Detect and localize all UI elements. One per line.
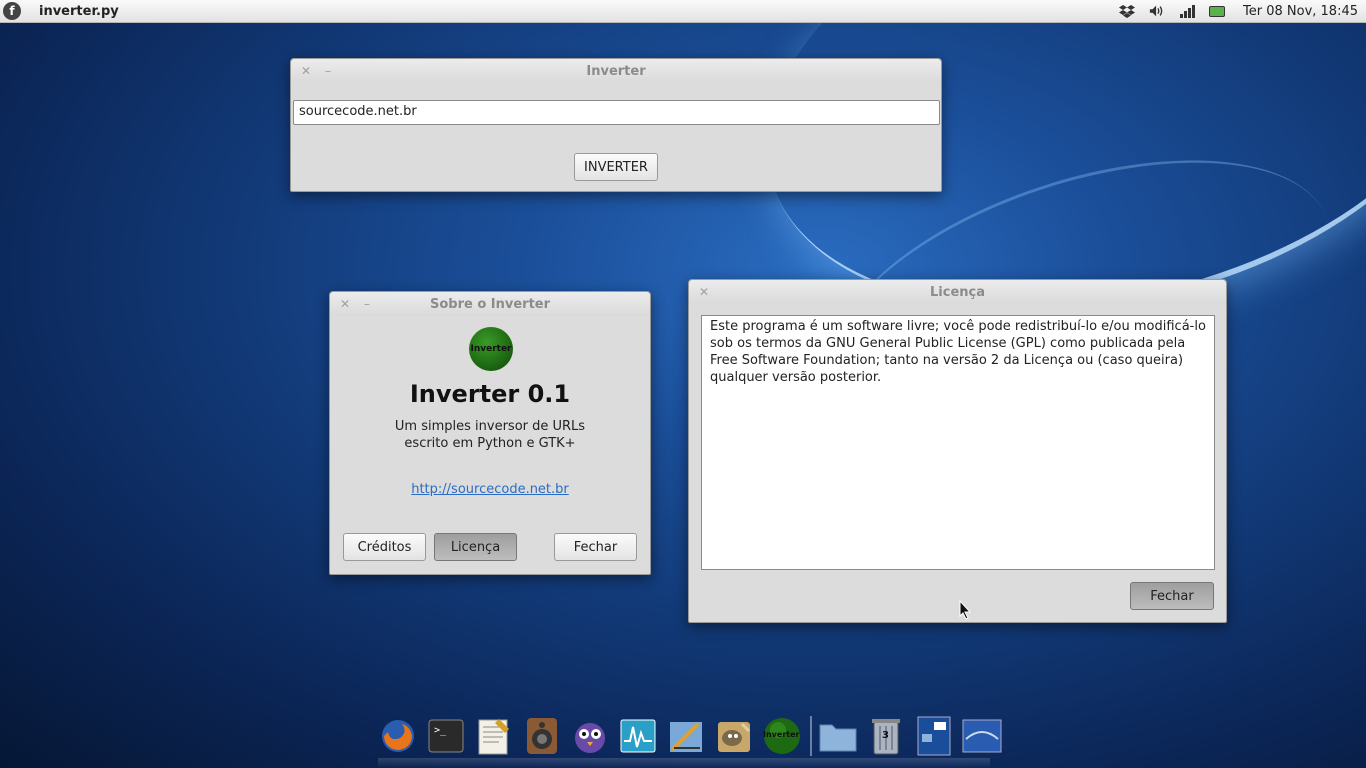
workspaces-icon[interactable] [914, 716, 954, 756]
inverter-window: ✕ – Inverter sourcecode.net.br INVERTER [290, 58, 942, 192]
minimize-icon[interactable]: – [360, 297, 374, 311]
system-tray: Ter 08 Nov, 18:45 [1119, 4, 1358, 19]
program-description: Um simples inversor de URLs escrito em P… [330, 418, 650, 452]
invert-button[interactable]: INVERTER [574, 153, 658, 181]
description-line: Um simples inversor de URLs [394, 419, 586, 434]
minimize-icon[interactable]: – [321, 64, 335, 78]
website-link[interactable]: http://sourcecode.net.br [330, 482, 650, 497]
dialog-title: Licença [930, 284, 985, 300]
credits-button[interactable]: Créditos [343, 533, 426, 561]
gimp-icon[interactable] [714, 716, 754, 756]
dropbox-icon[interactable] [1119, 4, 1136, 18]
drawing-icon[interactable] [666, 716, 706, 756]
license-dialog-titlebar[interactable]: ✕ Licença [689, 280, 1226, 304]
close-icon[interactable]: ✕ [299, 64, 313, 78]
terminal-icon[interactable]: >_ [426, 716, 466, 756]
folder-icon[interactable] [818, 716, 858, 756]
battery-icon[interactable] [1209, 4, 1226, 18]
license-text-view[interactable]: Este programa é um software livre; você … [701, 315, 1215, 570]
fedora-logo-icon[interactable]: f [3, 2, 21, 20]
url-input[interactable]: sourcecode.net.br [293, 100, 940, 125]
license-line: qualquer versão posterior. [710, 370, 882, 385]
logo-text: Inverter [470, 343, 512, 354]
about-dialog: ✕ – Sobre o Inverter Inverter Inverter 0… [329, 291, 651, 575]
text-editor-icon[interactable] [474, 716, 514, 756]
about-dialog-titlebar[interactable]: ✕ – Sobre o Inverter [330, 292, 650, 316]
network-signal-icon[interactable] [1179, 4, 1195, 18]
system-monitor-icon[interactable] [618, 716, 658, 756]
license-line: sob os termos da GNU General Public Lice… [710, 336, 1186, 351]
dock-separator [810, 716, 812, 756]
speaker-icon[interactable] [522, 716, 562, 756]
window-title: Inverter [586, 63, 646, 79]
volume-icon[interactable] [1149, 4, 1165, 18]
mouse-pointer-icon [959, 600, 971, 620]
close-icon[interactable]: ✕ [338, 297, 352, 311]
close-button[interactable]: Fechar [1130, 582, 1214, 610]
inverter-window-titlebar[interactable]: ✕ – Inverter [291, 59, 941, 83]
active-app-name[interactable]: inverter.py [39, 4, 119, 19]
license-button[interactable]: Licença [434, 533, 517, 561]
license-line: Free Software Foundation; tanto na versã… [710, 353, 1184, 368]
pidgin-icon[interactable] [570, 716, 610, 756]
top-panel: f inverter.py Ter 08 Nov, 18:45 [0, 0, 1366, 23]
inverter-icon[interactable]: Inverter [762, 716, 802, 756]
dialog-title: Sobre o Inverter [429, 296, 551, 312]
program-name: Inverter 0.1 [409, 380, 571, 408]
trash-icon[interactable]: 3 [866, 716, 906, 756]
dock-reflection [378, 758, 990, 768]
license-dialog: ✕ Licença Este programa é um software li… [688, 279, 1227, 623]
inverter-icon-label: Inverter [763, 730, 800, 739]
close-button[interactable]: Fechar [554, 533, 637, 561]
firefox-icon[interactable] [378, 716, 418, 756]
desktop-icon[interactable] [962, 716, 1002, 756]
description-line: escrito em Python e GTK+ [404, 436, 576, 451]
clock[interactable]: Ter 08 Nov, 18:45 [1243, 4, 1358, 19]
license-line: Este programa é um software livre; você … [710, 319, 1206, 334]
inverter-logo-icon: Inverter [469, 327, 513, 371]
trash-count: 3 [882, 730, 889, 741]
close-icon[interactable]: ✕ [697, 285, 711, 299]
svg-text:>_: >_ [434, 725, 447, 736]
